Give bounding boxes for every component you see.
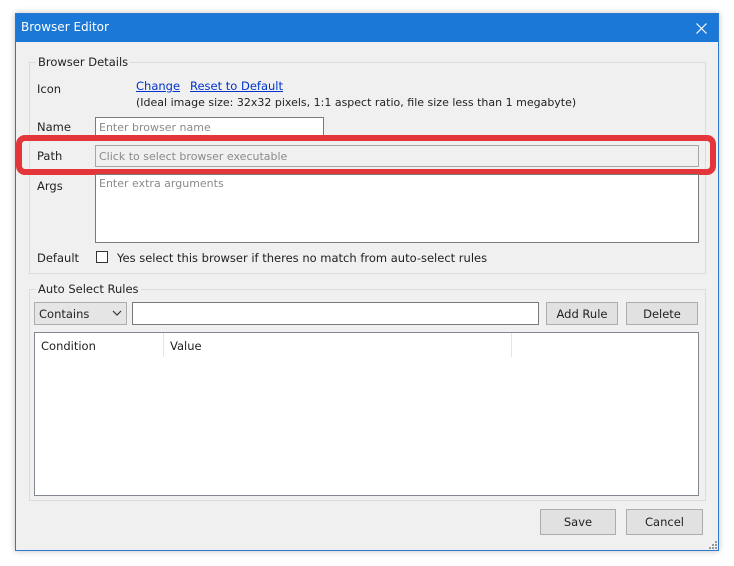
- icon-label: Icon: [37, 82, 62, 96]
- name-label: Name: [37, 120, 71, 134]
- close-button[interactable]: [684, 14, 718, 42]
- path-input[interactable]: [95, 145, 699, 167]
- path-label: Path: [37, 149, 63, 163]
- column-header-condition-label: Condition: [41, 339, 96, 353]
- column-header-value[interactable]: Value: [164, 333, 511, 357]
- default-checkbox[interactable]: [96, 251, 108, 263]
- cancel-button[interactable]: Cancel: [626, 509, 703, 535]
- delete-rule-button[interactable]: Delete: [626, 302, 698, 325]
- column-separator[interactable]: [511, 333, 512, 357]
- auto-select-rules-legend: Auto Select Rules: [36, 282, 141, 296]
- save-button[interactable]: Save: [540, 509, 616, 535]
- name-input[interactable]: [95, 117, 324, 138]
- resize-grip-icon[interactable]: [709, 541, 717, 549]
- close-icon: [695, 22, 707, 34]
- rule-value-input[interactable]: [132, 302, 539, 325]
- match-type-selected: Contains: [39, 307, 90, 321]
- column-header-condition[interactable]: Condition: [35, 333, 163, 357]
- args-label: Args: [37, 179, 63, 193]
- chevron-down-icon: [112, 310, 122, 316]
- add-rule-button[interactable]: Add Rule: [546, 302, 618, 325]
- browser-details-legend: Browser Details: [36, 55, 131, 69]
- window-title: Browser Editor: [21, 20, 109, 34]
- column-header-value-label: Value: [170, 339, 202, 353]
- rules-list[interactable]: Condition Value: [34, 332, 699, 496]
- change-icon-link[interactable]: Change: [136, 79, 180, 93]
- reset-icon-link[interactable]: Reset to Default: [190, 79, 283, 93]
- title-bar[interactable]: Browser Editor: [16, 14, 718, 42]
- browser-editor-window: Browser Editor Browser Details Icon Chan…: [15, 13, 719, 551]
- args-input[interactable]: [95, 174, 699, 243]
- default-label: Default: [37, 251, 80, 265]
- match-type-dropdown[interactable]: Contains: [34, 302, 127, 325]
- icon-size-hint: (Ideal image size: 32x32 pixels, 1:1 asp…: [136, 96, 577, 109]
- default-checkbox-text[interactable]: Yes select this browser if theres no mat…: [117, 251, 487, 265]
